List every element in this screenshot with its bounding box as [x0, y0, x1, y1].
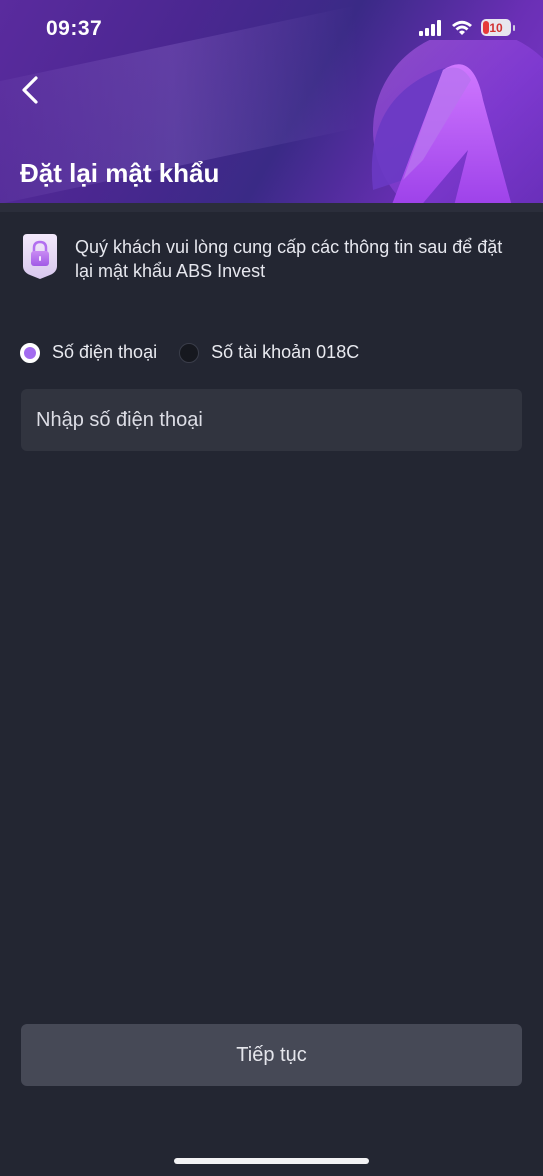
reset-password-screen: 09:37 10 Đặt lại mật khẩu Quý khách vui …	[0, 0, 543, 1176]
status-icons: 10	[419, 19, 515, 36]
lookup-method-radio-group: Số điện thoại Số tài khoản 018C	[20, 342, 381, 363]
header-banner: 09:37 10 Đặt lại mật khẩu	[0, 0, 543, 203]
battery-icon: 10	[481, 19, 511, 36]
chevron-left-icon	[22, 76, 38, 104]
info-row: Quý khách vui lòng cung cấp các thông ti…	[20, 232, 520, 283]
brand-logo-icon	[371, 40, 543, 203]
continue-button[interactable]: Tiếp tục	[21, 1024, 522, 1086]
radio-option-account[interactable]: Số tài khoản 018C	[179, 342, 359, 363]
phone-input[interactable]	[34, 407, 509, 433]
radio-option-phone[interactable]: Số điện thoại	[20, 342, 157, 363]
info-message: Quý khách vui lòng cung cấp các thông ti…	[75, 237, 503, 281]
radio-selected-icon	[20, 342, 40, 363]
wifi-icon	[452, 20, 472, 35]
lock-icon	[23, 234, 57, 279]
radio-label-account: Số tài khoản 018C	[211, 342, 360, 362]
header-divider	[0, 203, 543, 212]
radio-unselected-icon	[179, 342, 200, 363]
back-button[interactable]	[10, 70, 50, 110]
status-bar: 09:37 10	[0, 0, 543, 60]
battery-level: 10	[489, 20, 503, 35]
battery-tip	[513, 24, 515, 31]
signal-icon	[419, 19, 441, 36]
status-time: 09:37	[46, 17, 103, 40]
home-indicator[interactable]	[174, 1158, 369, 1164]
page-title: Đặt lại mật khẩu	[20, 158, 220, 188]
phone-input-container	[21, 389, 522, 451]
radio-label-phone: Số điện thoại	[52, 342, 158, 362]
